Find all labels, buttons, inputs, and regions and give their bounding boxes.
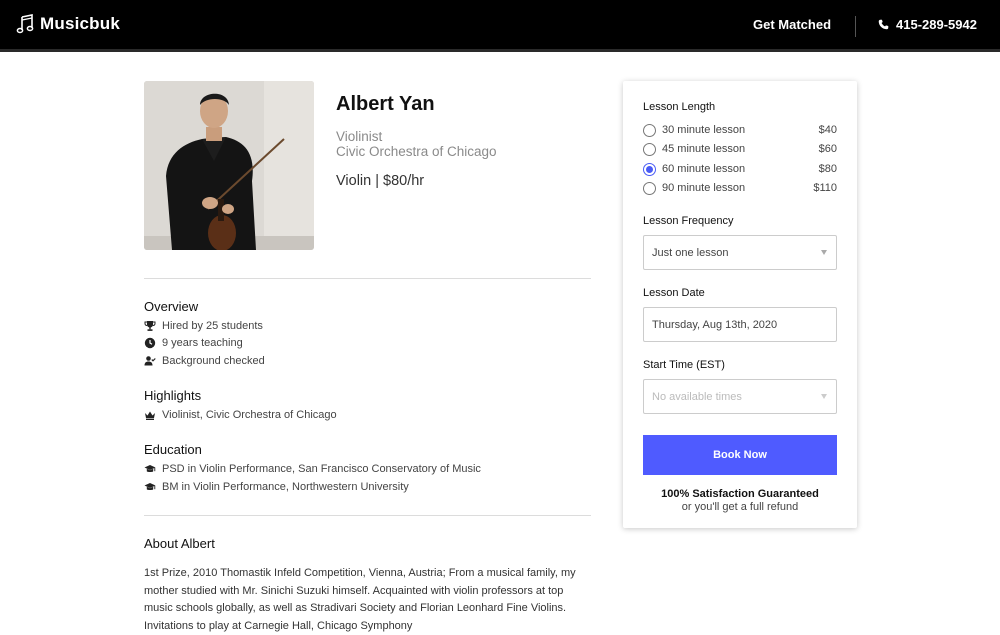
lesson-option-price: $80	[818, 163, 837, 175]
phone-link[interactable]: 415-289-5942	[878, 17, 977, 32]
lesson-frequency-label: Lesson Frequency	[643, 215, 734, 227]
radio-button[interactable]	[643, 142, 656, 156]
highlight-item-text: Violinist, Civic Orchestra of Chicago	[162, 409, 337, 421]
start-time-label: Start Time (EST)	[643, 359, 725, 371]
nav-divider	[855, 16, 856, 37]
user-check-icon	[144, 356, 156, 366]
start-time-select[interactable]: No available times	[643, 379, 837, 414]
phone-number: 415-289-5942	[896, 17, 977, 32]
overview-item: Hired by 25 students	[144, 320, 263, 332]
lesson-frequency-value: Just one lesson	[652, 246, 729, 259]
education-item-text: BM in Violin Performance, Northwestern U…	[162, 481, 409, 493]
trophy-icon	[144, 321, 156, 331]
lesson-date-value: Thursday, Aug 13th, 2020	[652, 318, 778, 331]
overview-item-text: Hired by 25 students	[162, 320, 263, 332]
lesson-date-input[interactable]: Thursday, Aug 13th, 2020	[643, 307, 837, 342]
graduation-cap-icon	[144, 483, 156, 490]
lesson-frequency-select[interactable]: Just one lesson	[643, 235, 837, 270]
education-item: BM in Violin Performance, Northwestern U…	[144, 481, 409, 493]
about-heading: About Albert	[144, 536, 215, 551]
education-heading: Education	[144, 442, 202, 457]
radio-button-selected[interactable]	[643, 162, 656, 176]
refund-note: or you'll get a full refund	[681, 501, 799, 513]
start-time-placeholder: No available times	[652, 390, 742, 403]
booking-card: Lesson Length 30 minute lesson $40 45 mi…	[623, 81, 857, 528]
clock-icon	[144, 337, 156, 349]
overview-heading: Overview	[144, 299, 199, 314]
music-note-icon	[16, 14, 34, 34]
instrument-rate: Violin | $80/hr	[336, 173, 425, 189]
lesson-date-label: Lesson Date	[643, 287, 705, 299]
lesson-option-45[interactable]: 45 minute lesson $60	[643, 141, 837, 157]
lesson-option-30[interactable]: 30 minute lesson $40	[643, 122, 837, 138]
education-item-text: PSD in Violin Performance, San Francisco…	[162, 463, 481, 475]
lesson-option-price: $110	[813, 182, 837, 194]
graduation-cap-icon	[144, 465, 156, 472]
highlight-item: Violinist, Civic Orchestra of Chicago	[144, 409, 337, 421]
crown-icon	[145, 411, 155, 420]
brand-logo-link[interactable]: Musicbuk	[16, 14, 120, 34]
teacher-role: Violinist Civic Orchestra of Chicago	[336, 129, 497, 159]
brand-name: Musicbuk	[40, 14, 121, 33]
lesson-option-label: 60 minute lesson	[662, 163, 746, 175]
overview-item: Background checked	[144, 355, 265, 367]
lesson-option-price: $40	[818, 124, 837, 136]
role-organization: Civic Orchestra of Chicago	[336, 144, 497, 159]
education-item: PSD in Violin Performance, San Francisco…	[144, 463, 481, 475]
lesson-option-label: 45 minute lesson	[662, 143, 746, 155]
overview-item-text: 9 years teaching	[162, 337, 243, 349]
satisfaction-guarantee: 100% Satisfaction Guaranteed	[661, 488, 819, 500]
lesson-length-label: Lesson Length	[643, 101, 716, 113]
overview-item-text: Background checked	[162, 355, 265, 367]
lesson-option-label: 30 minute lesson	[662, 124, 746, 136]
chevron-down-icon	[821, 250, 827, 255]
book-now-button[interactable]: Book Now	[643, 435, 837, 475]
radio-button[interactable]	[643, 181, 656, 195]
overview-item: 9 years teaching	[144, 337, 243, 349]
teacher-photo	[144, 81, 314, 250]
get-matched-link[interactable]: Get Matched	[753, 17, 831, 32]
phone-icon	[878, 19, 889, 30]
top-navigation-bar: Musicbuk Get Matched 415-289-5942	[0, 0, 1000, 52]
chevron-down-icon	[821, 394, 827, 399]
lesson-option-60[interactable]: 60 minute lesson $80	[643, 161, 837, 177]
role-title: Violinist	[336, 129, 383, 144]
lesson-option-90[interactable]: 90 minute lesson $110	[643, 180, 837, 196]
highlights-heading: Highlights	[144, 388, 202, 403]
divider	[144, 278, 591, 279]
teacher-name: Albert Yan	[336, 93, 435, 115]
radio-button[interactable]	[643, 123, 656, 137]
divider	[144, 515, 591, 516]
lesson-option-label: 90 minute lesson	[662, 182, 746, 194]
lesson-option-price: $60	[818, 143, 837, 155]
